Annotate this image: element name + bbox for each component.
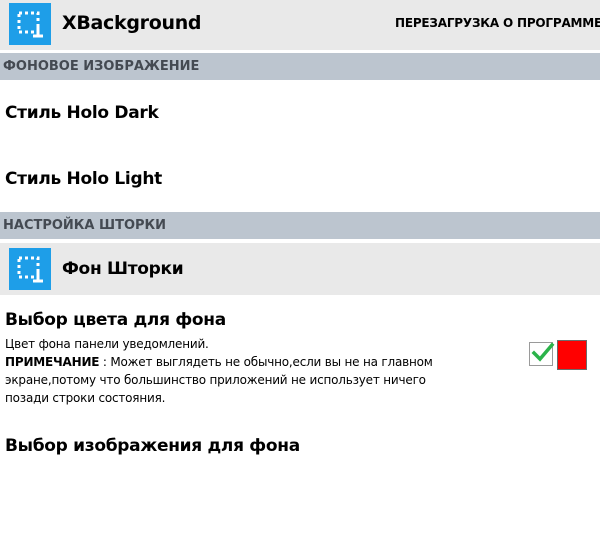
about-button[interactable]: О ПРОГРАММЕ [503,16,600,30]
shade-background-title: Фон Шторки [62,259,184,279]
color-swatch[interactable] [557,340,587,370]
app-title: XBackground [62,12,202,34]
app-bar: XBackground ПЕРЕЗАГРУЗКА О ПРОГРАММЕ [0,0,600,50]
note-line: экране,потому что большинство приложений… [5,373,426,387]
section-header-shade-settings: НАСТРОЙКА ШТОРКИ [0,212,600,239]
background-color-pref[interactable]: Выбор цвета для фона Цвет фона панели ув… [0,300,600,410]
section-header-background-image: ФОНОВОЕ ИЗОБРАЖЕНИЕ [0,53,600,80]
crop-icon [9,248,51,290]
checkmark-icon [531,342,555,362]
background-image-pref[interactable]: Выбор изображения для фона [5,436,300,456]
background-color-summary: Цвет фона панели уведомлений. ПРИМЕЧАНИЕ… [5,335,510,407]
note-line: позади строки состояния. [5,391,166,405]
note-line: ПРИМЕЧАНИЕ : Может выглядеть не обычно,е… [5,353,510,371]
enable-color-checkbox[interactable] [529,342,555,366]
holo-light-style-item[interactable]: Стиль Holo Light [5,169,162,189]
background-color-title: Выбор цвета для фона [5,310,226,330]
summary-line: Цвет фона панели уведомлений. [5,337,209,351]
reload-button[interactable]: ПЕРЕЗАГРУЗКА [395,16,499,30]
shade-background-subheader: Фон Шторки [0,243,600,295]
crop-icon [9,3,51,45]
note-text: : Может выглядеть не обычно,если вы не н… [99,355,433,369]
note-label: ПРИМЕЧАНИЕ [5,355,100,369]
holo-dark-style-item[interactable]: Стиль Holo Dark [5,103,159,123]
